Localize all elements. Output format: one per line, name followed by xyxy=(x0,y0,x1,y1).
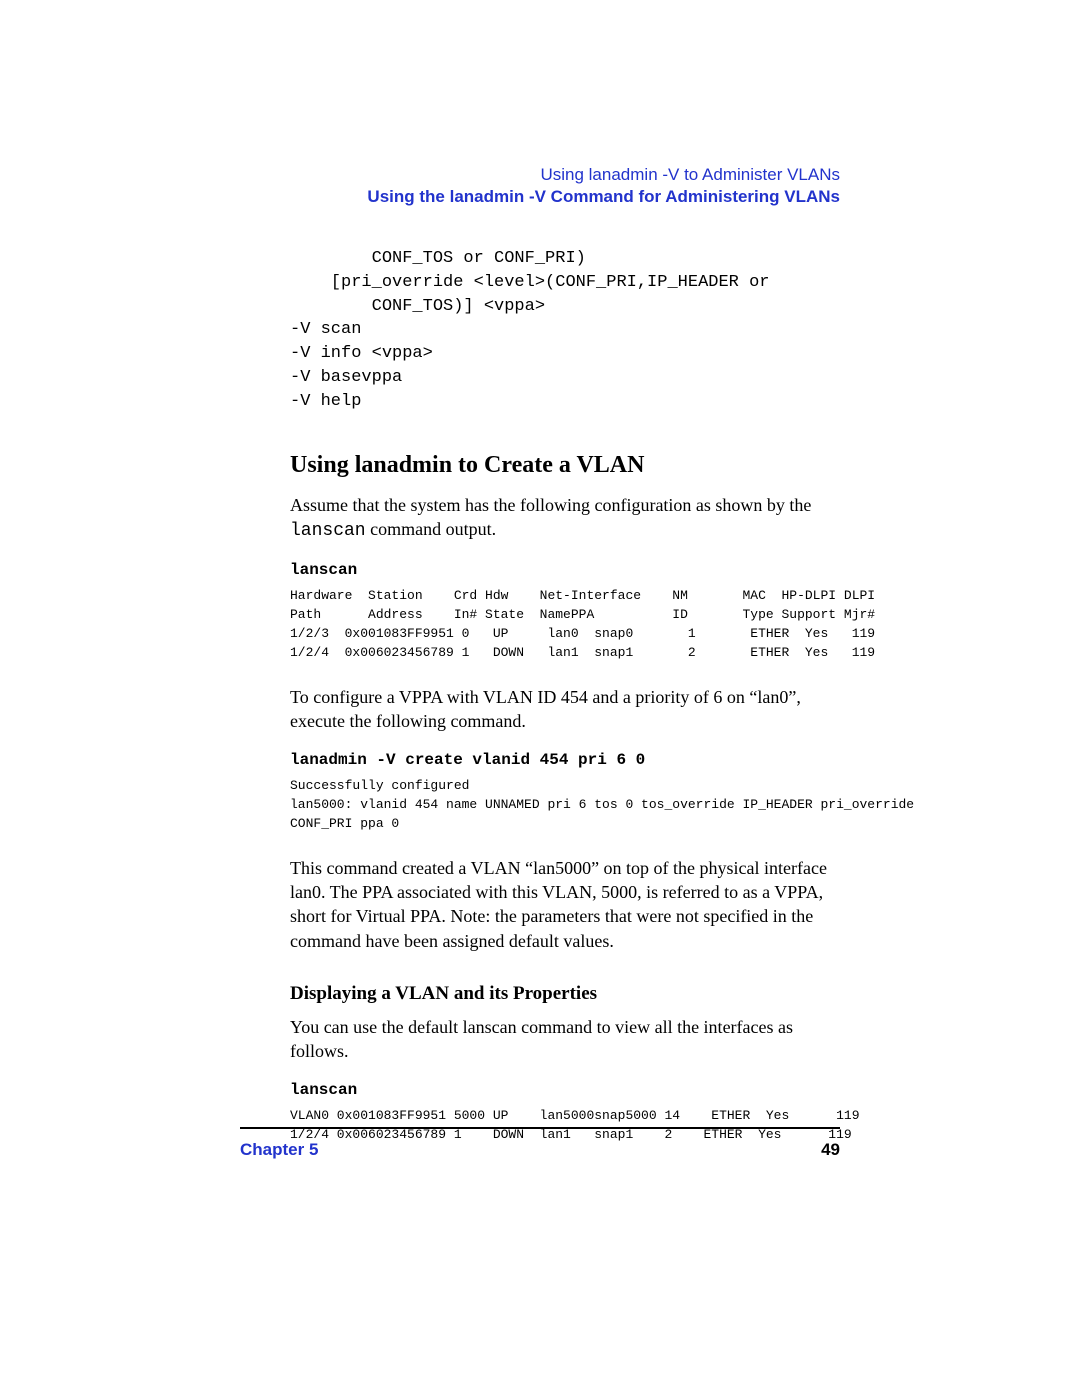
subsection-heading: Displaying a VLAN and its Properties xyxy=(290,983,840,1005)
syntax-block: CONF_TOS or CONF_PRI) [pri_override <lev… xyxy=(290,247,840,414)
paragraph-assume: Assume that the system has the following… xyxy=(290,493,840,544)
content-area: Using lanadmin -V to Administer VLANs Us… xyxy=(290,165,840,1167)
footer: Chapter 5 49 xyxy=(240,1140,840,1160)
running-header-subtitle: Using the lanadmin -V Command for Admini… xyxy=(290,187,840,207)
running-header-title: Using lanadmin -V to Administer VLANs xyxy=(290,165,840,185)
footer-chapter: Chapter 5 xyxy=(240,1140,318,1160)
command-lanadmin-create: lanadmin -V create vlanid 454 pri 6 0 xyxy=(290,751,840,769)
footer-rule xyxy=(240,1127,840,1129)
section-heading: Using lanadmin to Create a VLAN xyxy=(290,452,840,479)
para1-post: command output. xyxy=(366,519,496,539)
paragraph-configure: To configure a VPPA with VLAN ID 454 and… xyxy=(290,685,840,734)
command-lanscan-1: lanscan xyxy=(290,561,840,579)
paragraph-created: This command created a VLAN “lan5000” on… xyxy=(290,856,840,953)
footer-page-number: 49 xyxy=(821,1140,840,1160)
lanscan-output-1: Hardware Station Crd Hdw Net-Interface N… xyxy=(290,587,840,662)
command-lanscan-2: lanscan xyxy=(290,1081,840,1099)
lanadmin-output: Successfully configured lan5000: vlanid … xyxy=(290,777,840,834)
para1-pre: Assume that the system has the following… xyxy=(290,495,811,515)
para1-code: lanscan xyxy=(290,521,366,541)
page: Using lanadmin -V to Administer VLANs Us… xyxy=(0,0,1080,1397)
paragraph-displaying: You can use the default lanscan command … xyxy=(290,1015,840,1064)
